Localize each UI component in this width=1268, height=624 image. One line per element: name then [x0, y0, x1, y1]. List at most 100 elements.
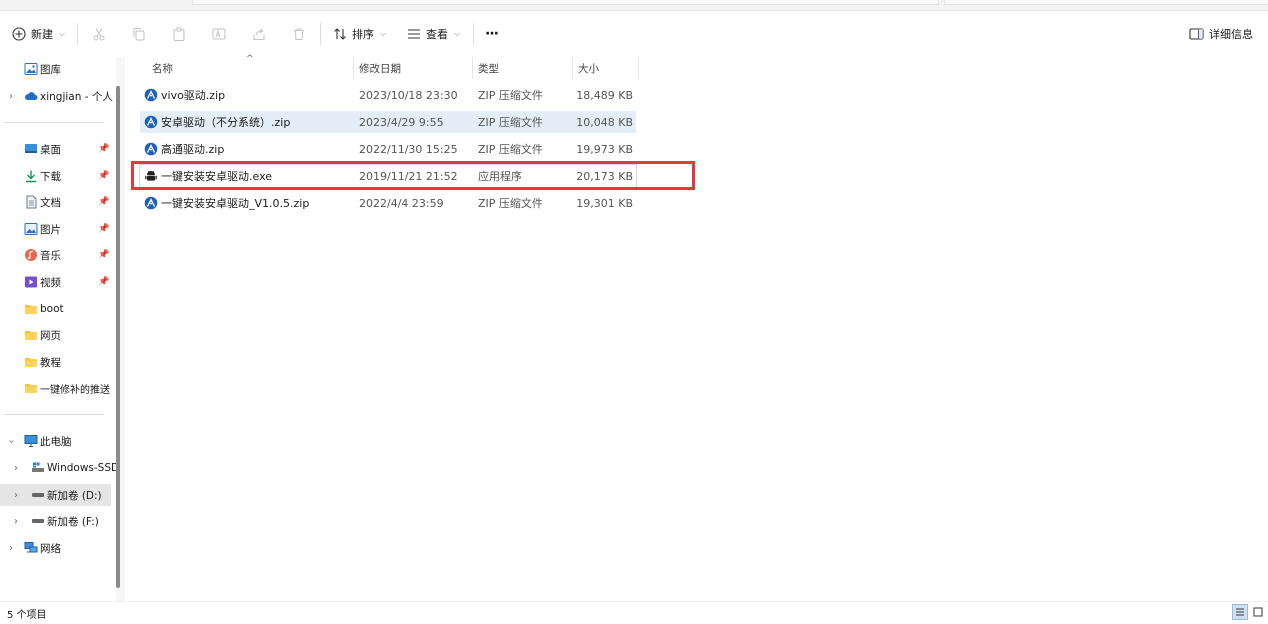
details-pane-icon	[1189, 27, 1204, 40]
file-row[interactable]: 一键安装安卓驱动.exe 2019/11/21 21:52 应用程序 20,17…	[139, 164, 637, 188]
nav-item-this-pc[interactable]: › 此电脑	[0, 430, 116, 452]
nav-item-folder-boot[interactable]: boot	[0, 298, 116, 320]
trash-icon	[294, 28, 304, 40]
header-label: 大小	[578, 62, 599, 75]
add-icon	[12, 26, 26, 41]
nav-item-videos[interactable]: 视频 📌	[0, 271, 116, 293]
tiles-view-button[interactable]	[1250, 604, 1266, 620]
file-row[interactable]: vivo驱动.zip 2023/10/18 23:30 ZIP 压缩文件 18,…	[140, 84, 636, 106]
details-view-button[interactable]	[1232, 604, 1248, 620]
chevron-down-icon[interactable]: ›	[6, 439, 17, 443]
file-date: 2023/10/18 23:30	[359, 88, 458, 102]
folder-icon	[25, 331, 37, 340]
column-header-date[interactable]: 修改日期	[359, 57, 401, 79]
file-size: 20,173 KB	[576, 169, 633, 183]
copy-button[interactable]	[132, 11, 146, 56]
view-list-icon	[408, 28, 420, 39]
picture-icon	[24, 223, 38, 235]
nav-item-network[interactable]: › 网络	[0, 537, 116, 559]
rename-button[interactable]	[212, 11, 226, 56]
nav-item-documents[interactable]: 文档 📌	[0, 191, 116, 213]
chevron-right-icon[interactable]: ›	[9, 543, 13, 554]
nav-label: 图片	[40, 223, 61, 236]
file-name-cell: vivo驱动.zip	[144, 84, 225, 106]
file-size: 10,048 KB	[576, 115, 633, 129]
file-row[interactable]: 安卓驱动（不分系统）.zip 2023/4/29 9:55 ZIP 压缩文件 1…	[140, 111, 636, 133]
nav-label: 教程	[40, 356, 61, 369]
file-type: ZIP 压缩文件	[478, 116, 543, 129]
zip-file-icon	[144, 88, 158, 102]
nav-label: boot	[40, 303, 64, 315]
search-box[interactable]	[944, 0, 1268, 5]
sort-button[interactable]: 排序 ⌵	[333, 11, 386, 56]
file-row[interactable]: 一键安装安卓驱动_V1.0.5.zip 2022/4/4 23:59 ZIP 压…	[140, 192, 636, 214]
rename-icon	[212, 28, 226, 39]
chevron-right-icon[interactable]: ›	[14, 490, 18, 501]
drive-icon	[32, 493, 44, 497]
zip-file-icon	[144, 115, 158, 129]
file-row[interactable]: 高通驱动.zip 2022/11/30 15:25 ZIP 压缩文件 19,97…	[140, 138, 636, 160]
nav-item-folder-patch[interactable]: 一键修补的推送	[0, 377, 116, 399]
document-icon	[26, 195, 37, 209]
gallery-icon	[24, 63, 38, 75]
file-type: ZIP 压缩文件	[478, 89, 543, 102]
nav-item-folder-tutorial[interactable]: 教程	[0, 351, 116, 373]
nav-item-drive-f[interactable]: › 新加卷 (F:)	[0, 510, 116, 532]
file-type: 应用程序	[478, 170, 522, 183]
file-name-cell: 一键安装安卓驱动_V1.0.5.zip	[144, 192, 309, 214]
share-button[interactable]	[252, 11, 266, 56]
address-bar[interactable]	[192, 0, 939, 5]
zip-file-icon	[144, 196, 158, 210]
nav-item-folder-web[interactable]: 网页	[0, 324, 116, 346]
file-date: 2022/11/30 15:25	[359, 142, 458, 156]
chevron-right-icon[interactable]: ›	[14, 463, 18, 474]
nav-item-gallery[interactable]: 图库	[0, 58, 116, 80]
sort-ascending-icon: ^	[246, 54, 254, 64]
details-pane-button[interactable]: 详细信息	[1189, 11, 1253, 56]
sort-label: 排序	[352, 27, 374, 41]
pin-icon: 📌	[98, 277, 110, 287]
header-label: 名称	[152, 62, 173, 75]
cut-button[interactable]	[92, 11, 106, 56]
chevron-down-icon: ⌵	[59, 28, 66, 38]
file-size: 18,489 KB	[576, 88, 633, 102]
delete-button[interactable]	[292, 11, 306, 56]
nav-item-pictures[interactable]: 图片 📌	[0, 218, 116, 240]
nav-item-drive-windows[interactable]: › Windows-SSD	[0, 457, 116, 479]
cloud-icon	[25, 92, 38, 100]
nav-item-drive-d[interactable]: › 新加卷 (D:)	[0, 484, 111, 506]
chevron-down-icon: ⌵	[380, 28, 387, 38]
nav-label: 音乐	[40, 249, 61, 262]
nav-item-downloads[interactable]: 下载 📌	[0, 165, 116, 187]
nav-scrollbar-thumb[interactable]	[116, 86, 120, 588]
nav-item-desktop[interactable]: 桌面 📌	[0, 138, 116, 160]
column-header-type[interactable]: 类型	[478, 57, 499, 79]
tiles-view-icon	[1253, 607, 1263, 617]
new-button[interactable]: 新建 ⌵	[12, 11, 65, 56]
nav-label: 网络	[40, 542, 61, 555]
file-type: ZIP 压缩文件	[478, 143, 543, 156]
sort-icon	[334, 27, 346, 40]
paste-button[interactable]	[172, 11, 186, 56]
download-icon	[26, 170, 36, 183]
pin-icon: 📌	[98, 144, 110, 154]
chevron-down-icon: ⌵	[454, 28, 461, 38]
file-type: ZIP 压缩文件	[478, 197, 543, 210]
column-header-name[interactable]: 名称	[152, 57, 173, 79]
clipboard-icon	[173, 27, 185, 41]
chevron-right-icon[interactable]: ›	[14, 516, 18, 527]
music-icon	[25, 249, 37, 261]
view-button[interactable]: 查看 ⌵	[407, 11, 460, 56]
windows-drive-icon	[32, 462, 44, 472]
more-options-button[interactable]: ···	[485, 11, 499, 56]
android-app-icon	[145, 170, 157, 181]
chevron-right-icon[interactable]: ›	[9, 91, 13, 102]
nav-label: 新加卷 (F:)	[47, 515, 99, 528]
file-date: 2023/4/29 9:55	[359, 115, 444, 129]
column-header-size[interactable]: 大小	[578, 57, 599, 79]
nav-item-music[interactable]: 音乐 📌	[0, 244, 116, 266]
nav-label: 桌面	[40, 143, 61, 156]
folder-icon	[25, 358, 37, 367]
nav-item-onedrive[interactable]: › xingjian - 个人	[0, 85, 116, 107]
file-name: 安卓驱动（不分系统）.zip	[161, 116, 291, 129]
